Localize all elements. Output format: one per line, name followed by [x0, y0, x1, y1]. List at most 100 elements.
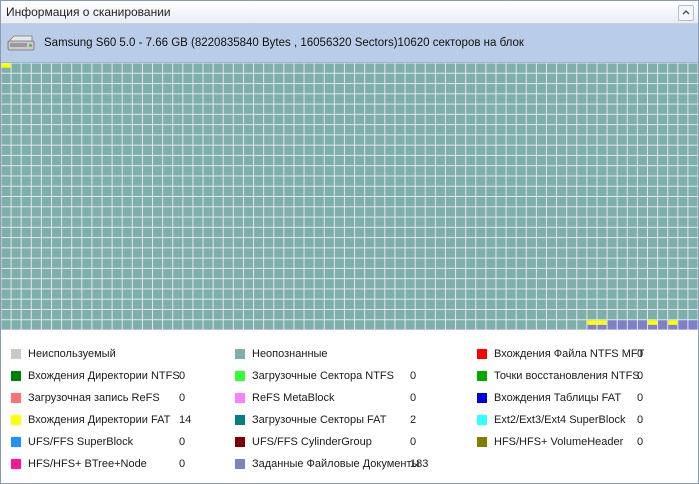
- block-unrecognized: [405, 227, 415, 238]
- block-unrecognized: [183, 155, 193, 166]
- block-unrecognized: [375, 186, 385, 196]
- block-unrecognized: [435, 166, 445, 176]
- block-unrecognized: [193, 207, 203, 217]
- block-unrecognized: [506, 268, 516, 279]
- block-unrecognized: [132, 207, 142, 217]
- block-unrecognized: [647, 289, 658, 299]
- block-unrecognized: [445, 289, 456, 299]
- block-unrecognized: [163, 73, 173, 84]
- block-unrecognized: [506, 227, 516, 238]
- block-unrecognized: [203, 207, 213, 217]
- block-unrecognized: [52, 258, 62, 268]
- block-unrecognized: [425, 248, 435, 258]
- block-unrecognized: [41, 207, 52, 217]
- block-unrecognized: [132, 104, 142, 114]
- block-unrecognized: [557, 166, 567, 176]
- block-unrecognized: [476, 299, 486, 309]
- block-unrecognized: [264, 135, 274, 145]
- block-unrecognized: [72, 197, 82, 207]
- block-unrecognized: [62, 155, 72, 166]
- block-unrecognized: [112, 84, 122, 94]
- block-unrecognized: [173, 268, 183, 279]
- block-unrecognized: [274, 197, 284, 207]
- block-unrecognized: [122, 135, 132, 145]
- block-unrecognized: [647, 94, 658, 104]
- block-unrecognized: [557, 114, 567, 125]
- block-unrecognized: [435, 248, 445, 258]
- legend-count: 0: [410, 370, 417, 382]
- block-unrecognized: [405, 238, 415, 248]
- block-unrecognized: [395, 238, 405, 248]
- block-unrecognized: [142, 125, 153, 135]
- block-unrecognized: [122, 197, 132, 207]
- block-unrecognized: [52, 186, 62, 196]
- block-unrecognized: [506, 207, 516, 217]
- block-unrecognized: [627, 207, 637, 217]
- block-unrecognized: [344, 94, 355, 104]
- block-unrecognized: [456, 207, 466, 217]
- block-unrecognized: [254, 104, 264, 114]
- collapse-button[interactable]: [678, 5, 694, 21]
- block-unrecognized: [496, 125, 506, 135]
- block-unrecognized: [203, 289, 213, 299]
- block-unrecognized: [375, 166, 385, 176]
- block-unrecognized: [456, 238, 466, 248]
- block-unrecognized: [284, 227, 294, 238]
- block-unrecognized: [658, 114, 668, 125]
- block-unrecognized: [82, 155, 92, 166]
- block-unrecognized: [506, 299, 516, 309]
- block-unrecognized: [445, 238, 456, 248]
- block-unrecognized: [173, 309, 183, 320]
- block-unrecognized: [193, 63, 203, 73]
- block-unrecognized: [112, 248, 122, 258]
- block-unrecognized: [557, 135, 567, 145]
- block-unrecognized: [425, 320, 435, 330]
- block-unrecognized: [21, 155, 31, 166]
- block-fat-dir: [668, 320, 678, 325]
- block-unrecognized: [173, 207, 183, 217]
- block-unrecognized: [486, 114, 496, 125]
- legend-item: Вхождения Таблицы FAT 0: [477, 391, 643, 405]
- block-unrecognized: [31, 289, 41, 299]
- block-unrecognized: [153, 258, 163, 268]
- block-unrecognized: [637, 176, 647, 186]
- block-unrecognized: [546, 217, 557, 227]
- block-unrecognized: [1, 73, 11, 84]
- block-unrecognized: [11, 289, 21, 299]
- block-unrecognized: [72, 63, 82, 73]
- block-unrecognized: [637, 238, 647, 248]
- block-unrecognized: [254, 279, 264, 289]
- block-unrecognized: [223, 166, 233, 176]
- block-unrecognized: [274, 114, 284, 125]
- block-unrecognized: [557, 238, 567, 248]
- block-unrecognized: [445, 135, 456, 145]
- block-unrecognized: [102, 135, 112, 145]
- block-unrecognized: [122, 104, 132, 114]
- block-unrecognized: [678, 73, 688, 84]
- block-unrecognized: [506, 309, 516, 320]
- block-unrecognized: [21, 238, 31, 248]
- block-unrecognized: [627, 289, 637, 299]
- block-unrecognized: [627, 145, 637, 155]
- block-unrecognized: [203, 279, 213, 289]
- block-unrecognized: [62, 94, 72, 104]
- block-unrecognized: [304, 125, 314, 135]
- block-unrecognized: [92, 289, 102, 299]
- block-unrecognized: [577, 299, 587, 309]
- block-unrecognized: [254, 227, 264, 238]
- block-map[interactable]: [1, 63, 698, 330]
- block-unrecognized: [435, 135, 445, 145]
- block-unrecognized: [668, 248, 678, 258]
- block-unrecognized: [415, 268, 425, 279]
- block-unrecognized: [375, 114, 385, 125]
- block-unrecognized: [486, 207, 496, 217]
- block-unrecognized: [213, 155, 223, 166]
- block-unrecognized: [658, 258, 668, 268]
- legend-swatch: [11, 393, 21, 403]
- block-unrecognized: [395, 268, 405, 279]
- block-unrecognized: [688, 84, 698, 94]
- block-unrecognized: [658, 227, 668, 238]
- block-unrecognized: [678, 197, 688, 207]
- block-unrecognized: [557, 248, 567, 258]
- block-unrecognized: [344, 104, 355, 114]
